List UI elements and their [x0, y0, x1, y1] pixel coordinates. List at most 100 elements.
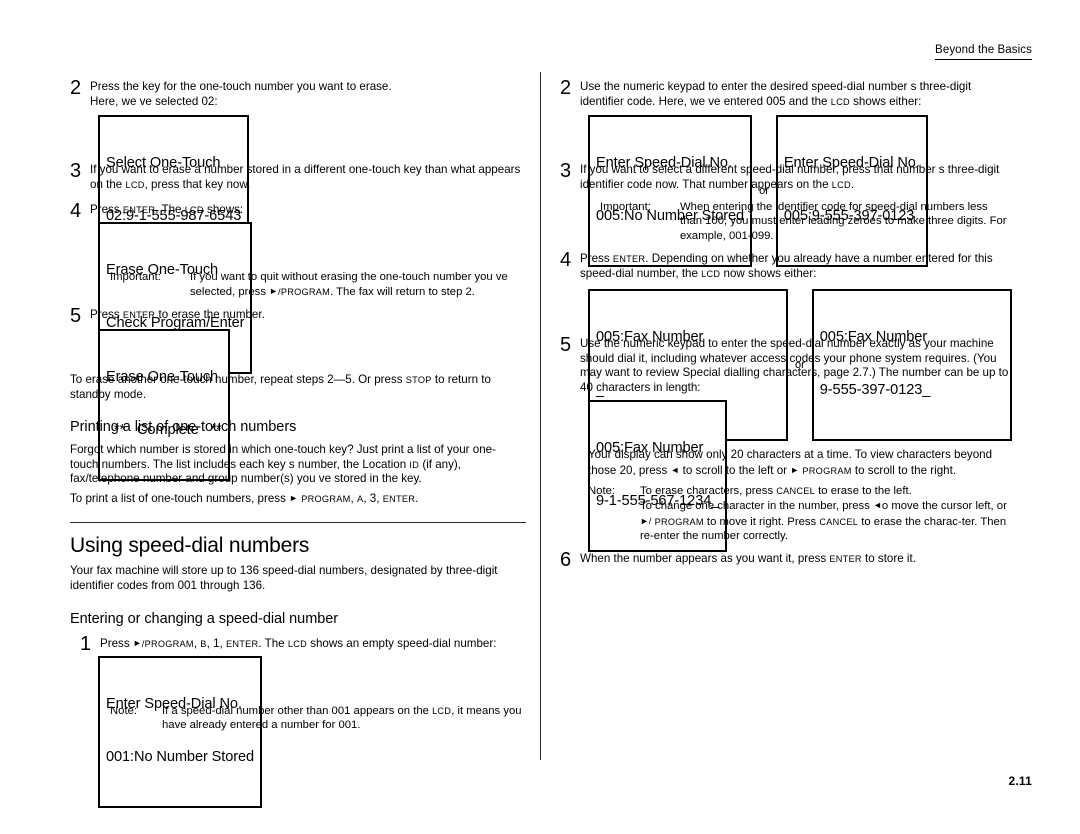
key-enter: ENTER: [226, 639, 259, 649]
important-label: Important:: [600, 201, 651, 213]
print-line-d: .: [415, 492, 419, 505]
closing-text-a: To erase another one-touch number, repea…: [70, 373, 406, 386]
step-1-text-e: shows an empty speed-dial number:: [306, 637, 497, 650]
step-2-line-2: Here, we ve selected 02:: [90, 94, 218, 108]
after-para-c: to scroll to the right.: [851, 463, 957, 477]
note-line-2-c: to move it right. Press: [703, 515, 820, 528]
important-label: Important:: [110, 271, 161, 283]
after-para-b: to scroll to the left or: [679, 463, 791, 477]
important-text: If you want to quit without erasing the …: [190, 270, 530, 300]
step-4-text-b: . The: [155, 203, 185, 216]
key-enter: ENTER: [122, 310, 156, 320]
note-erase-characters: Note: To erase characters, press CANCEL …: [588, 484, 1012, 544]
key-lcd: LCD: [184, 205, 204, 215]
arrow-right-icon: ►/: [640, 515, 652, 526]
arrow-right-icon: ►: [790, 464, 800, 475]
step-3-text-b: , press that key now.: [144, 177, 251, 191]
step-5-right: 5 Use the numeric keypad to enter the sp…: [560, 334, 1012, 395]
important-note-right: Important: When entering the identifier …: [600, 200, 1012, 243]
step-text: Press ►/PROGRAM, B, 1, ENTER. The LCD sh…: [100, 636, 532, 652]
key-cancel: CANCEL: [776, 486, 816, 496]
step-number: 3: [70, 160, 82, 182]
note-text: If a speed-dial number other than 001 ap…: [162, 704, 530, 733]
step-3-left: 3 If you want to erase a number stored i…: [70, 160, 522, 192]
step-2-left: 2 Press the key for the one-touch number…: [70, 77, 540, 109]
step-3-right: 3 If you want to select a different spee…: [560, 160, 1012, 192]
step-2-line-1: Press the key for the one-touch number y…: [90, 80, 392, 93]
section-rule: [70, 522, 526, 524]
step-text: Press ENTER. The LCD shows:: [90, 203, 522, 218]
arrow-right-icon: ►: [289, 493, 299, 503]
step-1-text-a: Press: [100, 637, 133, 650]
manual-page: Beyond the Basics 2 Press the key for th…: [0, 0, 1080, 834]
speed-dial-intro: Your fax machine will store up to 136 sp…: [70, 564, 498, 592]
key-enter: ENTER: [122, 205, 156, 215]
display-scroll-paragraph: Your display can show only 20 characters…: [588, 448, 1012, 478]
step-6-right: 6 When the number appears as you want it…: [560, 549, 1012, 571]
note-label: Note:: [110, 705, 138, 717]
heading-entering-changing: Entering or changing a speed-dial number: [70, 611, 339, 627]
running-header: Beyond the Basics: [935, 44, 1032, 60]
step-4-right: 4 Press ENTER. Depending on whether you …: [560, 250, 1012, 281]
step-text: Press ENTER to erase the number.: [90, 308, 522, 323]
step-3-text-a: If you want to select a different speed-…: [580, 163, 1000, 191]
step-4-left: 4 Press ENTER. The LCD shows:: [70, 200, 522, 222]
arrow-right-icon: ►: [269, 286, 279, 297]
step-4-text-a: Press: [580, 252, 613, 265]
key-program: PROGRAM: [301, 494, 351, 504]
key-lcd: LCD: [432, 706, 452, 716]
arrow-right-icon: ►: [132, 638, 142, 648]
step-4-text-c: now shows either:: [720, 266, 817, 280]
key-program: /PROGRAM: [278, 287, 331, 298]
note-speed-dial-001: Note: If a speed-dial number other than …: [110, 704, 530, 733]
step-number: 2: [70, 77, 82, 99]
heading-using-speed-dial: Using speed-dial numbers: [70, 534, 310, 557]
key-program: PROGRAM: [802, 465, 852, 476]
note-line-2-b: o move the cursor left, or: [881, 500, 1007, 513]
step-text: Press ENTER. Depending on whether you al…: [580, 252, 1012, 281]
key-lcd: LCD: [831, 179, 851, 190]
step-3-text-b: .: [850, 177, 855, 191]
step-text: Use the numeric keypad to enter the desi…: [580, 80, 1012, 109]
step-number: 6: [560, 549, 572, 571]
key-enter: ENTER: [382, 494, 416, 504]
column-divider: [540, 72, 541, 760]
note-text: To erase characters, press CANCEL to era…: [640, 484, 1012, 544]
note-line-2-a: To change one character in the number, p…: [640, 500, 873, 513]
step-1-text-d: . The: [258, 637, 288, 650]
step-number: 5: [70, 305, 82, 327]
step-2-right: 2 Use the numeric keypad to enter the de…: [560, 77, 1012, 109]
step-5-left: 5 Press ENTER to erase the number.: [70, 305, 522, 327]
page-number: 2.11: [1008, 774, 1032, 788]
print-list-instruction: To print a list of one-touch numbers, pr…: [70, 491, 522, 507]
important-text-b: . The fax will return to step 2.: [330, 286, 475, 299]
key-stop: STOP: [405, 375, 432, 385]
step-6-text-a: When the number appears as you want it, …: [580, 552, 830, 565]
key-program: PROGRAM: [654, 516, 704, 527]
step-5-text-a: Press: [90, 308, 123, 321]
step-number: 4: [70, 200, 82, 222]
important-note-left: Important: If you want to quit without e…: [110, 270, 530, 300]
erase-another-paragraph: To erase another one-touch number, repea…: [70, 373, 510, 402]
step-number: 5: [560, 334, 572, 356]
important-text: When entering the identifier code for sp…: [680, 201, 1007, 242]
key-cancel: CANCEL: [819, 516, 859, 527]
step-number: 3: [560, 160, 572, 182]
step-1-left: 1 Press ►/PROGRAM, B, 1, ENTER. The LCD …: [80, 634, 532, 654]
printing-list-paragraph: Forgot which number is stored in which o…: [70, 443, 522, 487]
key-lcd: LCD: [287, 639, 307, 649]
key-id: ID: [409, 459, 420, 470]
note-label: Note:: [588, 485, 616, 497]
step-text: If you want to select a different speed-…: [580, 163, 1012, 192]
note-text-a: If a speed-dial number other than 001 ap…: [162, 705, 433, 717]
print-line-a: To print a list of one-touch numbers, pr…: [70, 492, 290, 505]
key-program: /PROGRAM: [141, 639, 194, 649]
key-enter: ENTER: [829, 554, 862, 564]
heading-printing-list: Printing a list of one-touch numbers: [70, 419, 297, 435]
step-4-text-c: shows:: [203, 203, 244, 216]
print-line-c: , 3,: [363, 492, 383, 505]
step-number: 2: [560, 77, 572, 99]
step-1-text-c: , 1,: [206, 637, 226, 650]
step-text: Press the key for the one-touch number y…: [90, 80, 540, 109]
key-lcd: LCD: [701, 268, 721, 279]
